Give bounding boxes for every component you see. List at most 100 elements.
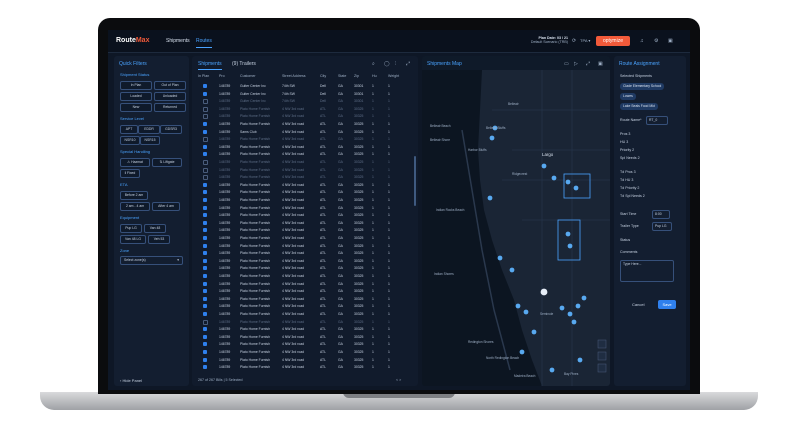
- table-row[interactable]: 146789 Gulter Center Inc 74th SW Dell GA 3030…: [196, 83, 414, 90]
- table-row[interactable]: 146789 Plato Home Furnish 4 NW 3rd road ATL…: [196, 174, 414, 181]
- table-row[interactable]: 146789 Plato Home Furnish 4 NW 3rd road ATL…: [196, 220, 414, 227]
- table-scrollbar[interactable]: [414, 156, 416, 206]
- bell-icon[interactable]: ♫: [640, 38, 644, 44]
- col-customer[interactable]: Customer: [240, 74, 256, 78]
- hide-panel-button[interactable]: ‹ Hide Panel: [120, 378, 142, 383]
- table-row[interactable]: 146789 Gulter Center Inc 74th SW Dell GA 3030…: [196, 91, 414, 98]
- row-checkbox[interactable]: [203, 327, 207, 332]
- row-checkbox[interactable]: [203, 160, 208, 165]
- map-pin[interactable]: [509, 267, 515, 273]
- table-row[interactable]: 146789 Plato Home Furnish 4 NW 3rd road ATL…: [196, 319, 414, 326]
- map-pin[interactable]: [565, 179, 571, 185]
- map-pin[interactable]: [523, 309, 529, 315]
- expand-icon[interactable]: ⤢: [406, 61, 410, 67]
- table-row[interactable]: 146789 Plato Home Furnish 4 NW 3rd road ATL…: [196, 197, 414, 204]
- table-row[interactable]: 146789 Plato Home Furnish 4 NW 3rd road ATL…: [196, 341, 414, 348]
- trailer-type-select[interactable]: Pup LG: [652, 222, 672, 231]
- chip-gdsr3[interactable]: GDSR3: [160, 125, 182, 134]
- row-checkbox[interactable]: [203, 365, 207, 370]
- row-checkbox[interactable]: [203, 167, 208, 173]
- table-row[interactable]: 146789 Plato Home Furnish 4 NW 3rd road ATL…: [196, 364, 414, 371]
- col-zip[interactable]: Zip: [354, 74, 359, 78]
- table-row[interactable]: 146789 Plato Home Furnish 4 NW 3rd road ATL…: [196, 235, 414, 242]
- table-row[interactable]: 146789 Plato Home Furnish 4 NW 3rd road ATL…: [196, 334, 414, 341]
- chip-van-48-lg[interactable]: Van 48 LG: [120, 235, 146, 244]
- select-icon[interactable]: ▭: [564, 61, 569, 67]
- table-row[interactable]: 146789 Plato Home Furnish 4 NW 3rd road ATL…: [196, 273, 414, 280]
- fullscreen-icon[interactable]: ⤢: [586, 61, 590, 67]
- map-pin[interactable]: [575, 303, 581, 309]
- map-pin[interactable]: [487, 195, 493, 201]
- row-checkbox[interactable]: [203, 319, 208, 325]
- tz-selector[interactable]: TPA ▾: [580, 38, 590, 43]
- chip-loaded[interactable]: Loaded: [120, 92, 152, 101]
- row-checkbox[interactable]: [203, 106, 208, 112]
- table-row[interactable]: 146789 Plato Home Furnish 4 NW 3rd road ATL…: [196, 151, 414, 158]
- row-checkbox[interactable]: [203, 152, 207, 157]
- map-pin[interactable]: [573, 185, 579, 191]
- map-pin[interactable]: [581, 295, 587, 301]
- row-checkbox[interactable]: [203, 190, 207, 195]
- row-checkbox[interactable]: [203, 198, 207, 202]
- table-row[interactable]: 146789 Plato Home Furnish 4 NW 3rd road ATL…: [196, 167, 414, 174]
- tab-trailers[interactable]: (9) Trailers: [232, 61, 256, 67]
- row-checkbox[interactable]: [203, 213, 207, 218]
- chip-nsr15[interactable]: NSR15: [140, 136, 160, 145]
- zoom-in-button[interactable]: [597, 339, 607, 349]
- row-checkbox[interactable]: [203, 182, 207, 187]
- zoom-out-button[interactable]: [597, 351, 607, 361]
- zone-select[interactable]: Select zone(s) ▾: [120, 256, 183, 265]
- row-checkbox[interactable]: [203, 304, 207, 309]
- col-hu[interactable]: Hu: [372, 74, 377, 78]
- map-pin[interactable]: [577, 357, 583, 363]
- table-row[interactable]: 146789 Plato Home Furnish 4 NW 3rd road ATL…: [196, 349, 414, 356]
- columns-icon[interactable]: ⫶: [395, 61, 396, 67]
- row-checkbox[interactable]: [203, 243, 207, 248]
- chip-hazmat[interactable]: ⚠ Hazmat: [120, 158, 150, 167]
- col-street[interactable]: Street Address: [282, 74, 306, 78]
- row-checkbox[interactable]: [203, 251, 207, 256]
- row-checkbox[interactable]: [203, 129, 207, 134]
- chip-pup-lg[interactable]: Pup LG: [120, 224, 142, 233]
- row-checkbox[interactable]: [203, 281, 207, 286]
- row-checkbox[interactable]: [203, 266, 207, 271]
- map-pin[interactable]: [567, 311, 573, 317]
- row-checkbox[interactable]: [203, 175, 208, 181]
- table-row[interactable]: 146789 Plato Home Furnish 4 NW 3rd road ATL…: [196, 113, 414, 120]
- table-row[interactable]: 146789 Plato Home Furnish 4 NW 3rd road ATL…: [196, 326, 414, 333]
- refresh-icon[interactable]: ⟳: [572, 38, 576, 44]
- table-row[interactable]: 146789 Sams Club 4 NW 3rd road ATL GA 30325 1 1: [196, 129, 414, 136]
- row-checkbox[interactable]: [203, 205, 207, 210]
- nav-shipments[interactable]: Shipments: [166, 38, 190, 44]
- chip-2am-4am[interactable]: 2 am - 4 am: [120, 202, 150, 211]
- map-pin[interactable]: [515, 303, 521, 309]
- map-canvas[interactable]: [422, 70, 610, 386]
- row-checkbox[interactable]: [203, 342, 207, 347]
- map-pin[interactable]: [531, 329, 537, 335]
- chip-liftgate[interactable]: ⇅ Liftgate: [152, 158, 182, 167]
- table-row[interactable]: 146789 Plato Home Furnish 4 NW 3rd road ATL…: [196, 159, 414, 166]
- map-pin[interactable]: [565, 231, 571, 237]
- row-checkbox[interactable]: [203, 350, 207, 354]
- row-checkbox[interactable]: [203, 122, 207, 126]
- chip-veh-53[interactable]: Veh 53: [148, 235, 170, 244]
- chip-new[interactable]: New: [120, 103, 152, 112]
- section-service-level[interactable]: Service Level: [120, 116, 144, 121]
- selected-pill[interactable]: Clade Elementary School: [620, 83, 665, 90]
- lasso-icon[interactable]: ▷: [574, 61, 578, 67]
- selected-pill[interactable]: Lowes: [620, 93, 636, 100]
- table-row[interactable]: 146789 Plato Home Furnish 4 NW 3rd road ATL…: [196, 296, 414, 303]
- row-checkbox[interactable]: [203, 296, 207, 301]
- row-checkbox[interactable]: [203, 274, 207, 278]
- row-checkbox[interactable]: [203, 220, 207, 225]
- row-checkbox[interactable]: [203, 91, 207, 96]
- layers-icon[interactable]: ▣: [598, 61, 603, 67]
- row-checkbox[interactable]: [203, 236, 207, 240]
- table-row[interactable]: 146789 Plato Home Furnish 4 NW 3rd road ATL…: [196, 243, 414, 250]
- table-row[interactable]: 146789 Plato Home Furnish 4 NW 3rd road ATL…: [196, 189, 414, 196]
- chip-after-4am[interactable]: After 4 am: [152, 202, 180, 211]
- table-row[interactable]: 146789 Plato Home Furnish 4 NW 3rd road ATL…: [196, 303, 414, 310]
- row-checkbox[interactable]: [203, 289, 207, 294]
- section-special-handling[interactable]: Special Handling: [120, 149, 150, 154]
- row-checkbox[interactable]: [203, 99, 208, 105]
